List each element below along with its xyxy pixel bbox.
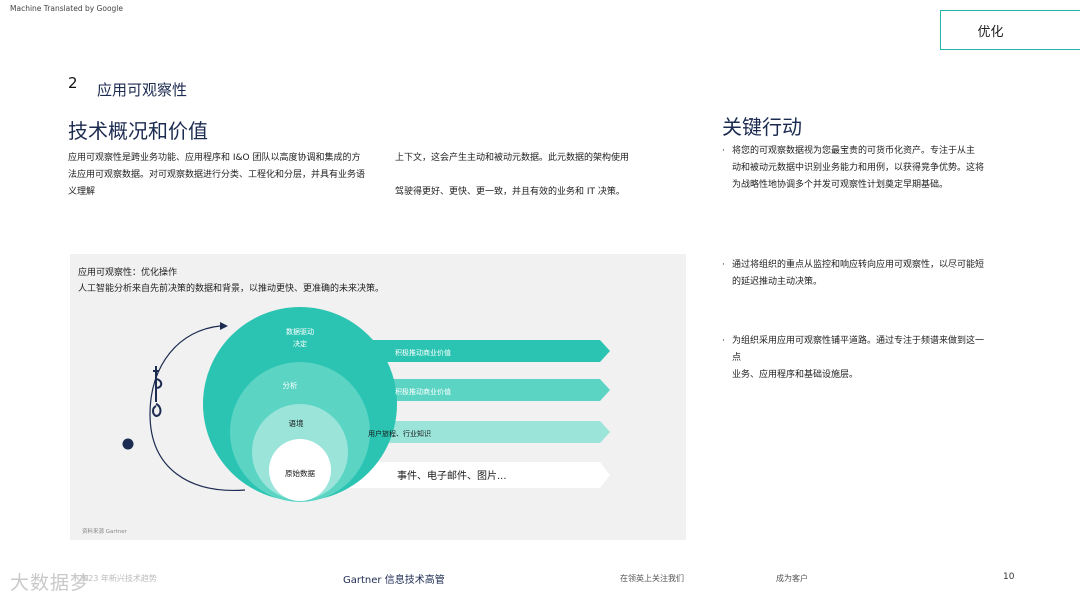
cycle-start-dot (122, 438, 134, 450)
footer-linkedin-link[interactable]: 在领英上关注我们 (620, 573, 684, 584)
layer-label-decision-line2: 决定 (293, 339, 307, 348)
section-number: 2 (68, 74, 78, 92)
overview-paragraph-left: 应用可观察性是跨业务功能、应用程序和 I&O 团队以高度协调和集成的方法应用可观… (68, 153, 366, 197)
machine-translation-note: Machine Translated by Google (10, 4, 124, 13)
key-actions-heading: 关键行动 (722, 115, 802, 139)
layer-label-decision-line1: 数据驱动 (286, 327, 314, 336)
overview-paragraph-right-2: 驾驶得更好、更快、更一致，并且有效的业务和 IT 决策。 (395, 187, 625, 197)
arrow-text-analysis: 积极推动商业价值 (395, 387, 451, 396)
tab-optimize[interactable]: 优化 (940, 10, 1080, 50)
layer-label-analysis: 分析 (283, 380, 298, 390)
footer-brand: Gartner 信息技术高管 (343, 575, 445, 586)
footer-become-client-link[interactable]: 成为客户 (776, 573, 808, 584)
key-action-line: 点 (732, 353, 742, 363)
key-action-line: 通过将组织的重点从监控和响应转向应用可观察性，以尽可能短 (732, 260, 985, 270)
tab-label: 优化 (977, 24, 1004, 40)
key-action-item: · 将您的可观察数据视为您最宝贵的可货币化资产。专注于从主 动和被动元数据中识别业… (722, 143, 1012, 194)
bullet-dot: · (722, 336, 725, 346)
layer-label-context: 语境 (289, 418, 304, 428)
observability-diagram: 数据驱动 决定 分析 语境 原始数据 积极推动商业价值 积极推动商业价值 用户旅… (122, 307, 610, 502)
arrow-text-raw-data: 事件、电子邮件、图片... (397, 469, 507, 482)
bullet-dot: · (722, 260, 725, 270)
section-title: 应用可观察性 (97, 81, 188, 99)
page-number: 10 (1003, 572, 1015, 582)
key-action-item: · 通过将组织的重点从监控和响应转向应用可观察性，以尽可能短 的延迟推动主动决策。 (722, 257, 1012, 291)
arrow-text-decision: 积极推动商业价值 (395, 348, 451, 357)
overview-paragraph-right-1: 上下文，这会产生主动和被动元数据。此元数据的架构使用 (395, 153, 630, 163)
layer-label-raw-data: 原始数据 (285, 468, 315, 478)
watermark: 大数据梦 (10, 572, 91, 594)
cycle-arrowhead-icon (220, 322, 228, 330)
key-action-line: 的延迟推动主动决策。 (732, 277, 823, 287)
overview-heading: 技术概况和价值 (68, 119, 208, 143)
key-action-item: · 为组织采用应用可观察性铺平道路。通过专注于频谱来做到这一 点 业务、应用程序和… (722, 333, 1012, 384)
bullet-dot: · (722, 146, 725, 156)
key-action-line: 为战略性地协调多个并发可观察性计划奠定早期基础。 (732, 180, 949, 190)
figure-source: 资料来源 Gartner (82, 529, 127, 535)
key-action-line: 业务、应用程序和基础设施层。 (732, 370, 859, 380)
key-action-line: 动和被动元数据中识别业务能力和用例，以获得竞争优势。这将 (732, 163, 985, 173)
key-action-line: 为组织采用应用可观察性铺平道路。通过专注于频谱来做到这一 (732, 336, 985, 346)
arrow-text-context: 用户旅程、行业知识 (368, 429, 431, 438)
key-action-line: 将您的可观察数据视为您最宝贵的可货币化资产。专注于从主 (732, 146, 976, 156)
